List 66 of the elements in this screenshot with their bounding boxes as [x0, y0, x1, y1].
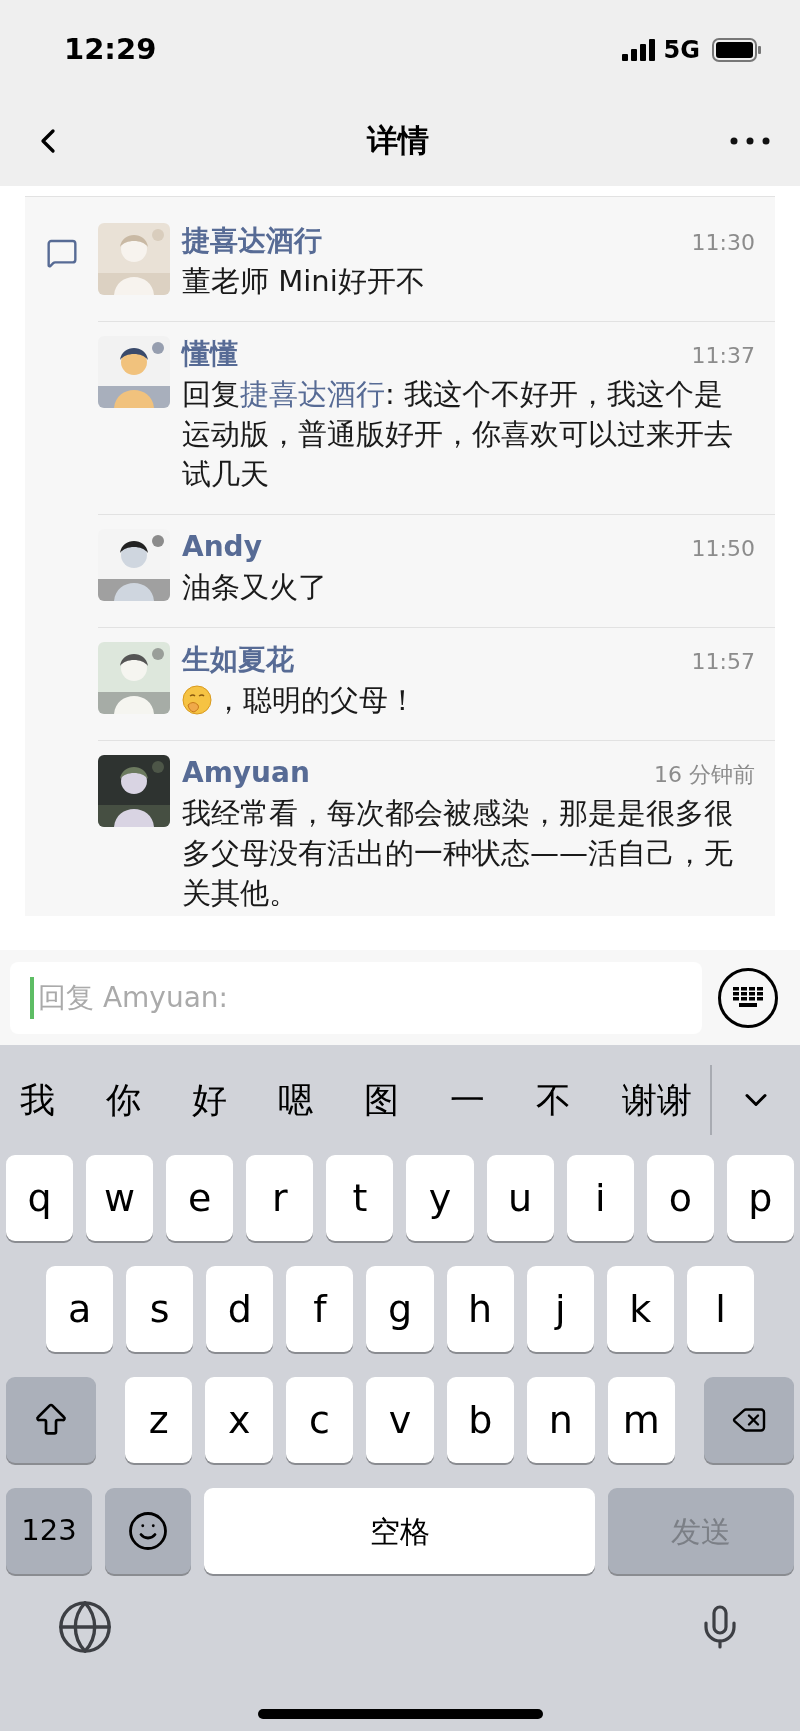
signal-icon [621, 38, 656, 61]
candidate-word[interactable]: 一 [450, 1073, 485, 1127]
comment-text: ，聪明的父母！ [182, 680, 755, 720]
letter-key[interactable]: t [326, 1155, 394, 1241]
delete-key[interactable] [703, 1377, 794, 1463]
letter-key[interactable]: s [126, 1266, 194, 1352]
comment-text: 油条又火了 [182, 569, 328, 606]
candidate-word[interactable]: 图 [364, 1073, 399, 1127]
candidate-word[interactable]: 不 [536, 1073, 571, 1127]
candidate-word[interactable]: 谢谢 [622, 1073, 692, 1127]
shift-key[interactable] [6, 1377, 96, 1463]
candidate-word[interactable]: 好 [192, 1073, 227, 1127]
letter-key[interactable]: l [686, 1266, 754, 1352]
page-title: 详情 [367, 121, 429, 161]
letter-key[interactable]: k [606, 1266, 674, 1352]
letter-key[interactable]: a [46, 1266, 114, 1352]
comment-text: 董老师 Mini好开不 [182, 263, 426, 300]
commenter-name[interactable]: 懂懂 [182, 336, 238, 372]
letter-key[interactable]: f [286, 1266, 354, 1352]
commenter-name[interactable]: Amyuan [182, 755, 310, 791]
reply-field[interactable]: 回复 Amyuan: [10, 961, 702, 1034]
comment-time: 11:50 [691, 535, 755, 563]
letter-key[interactable]: u [486, 1155, 554, 1241]
more-icon [730, 136, 770, 145]
comment-time: 11:57 [691, 648, 755, 676]
letter-key[interactable]: d [206, 1266, 274, 1352]
letter-key[interactable]: b [446, 1377, 515, 1463]
letter-key[interactable]: x [205, 1377, 273, 1463]
commenter-name[interactable]: 捷喜达酒行 [182, 223, 322, 259]
commenter-name[interactable]: 生如夏花 [182, 642, 294, 678]
keyboard-toggle-button[interactable] [718, 967, 778, 1028]
letter-key[interactable]: j [526, 1266, 594, 1352]
letter-key[interactable]: h [446, 1266, 514, 1352]
reply-mention-link[interactable]: 捷喜达酒行 [240, 377, 385, 411]
network-label: 5G [663, 34, 700, 66]
letter-key[interactable]: w [86, 1155, 154, 1241]
space-key[interactable]: 空格 [204, 1488, 595, 1574]
letter-key[interactable]: m [607, 1377, 675, 1463]
battery-icon [712, 37, 762, 62]
letter-key[interactable]: o [646, 1155, 714, 1241]
numbers-key[interactable]: 123 [6, 1488, 92, 1574]
status-time: 12:29 [64, 30, 157, 68]
letter-key[interactable]: n [527, 1377, 595, 1463]
letter-key[interactable]: y [406, 1155, 474, 1241]
candidate-word[interactable]: 你 [106, 1073, 141, 1127]
keyboard-icon [733, 986, 763, 1009]
candidate-word[interactable]: 我 [20, 1073, 55, 1127]
letter-key[interactable]: i [566, 1155, 634, 1241]
letter-key[interactable]: e [166, 1155, 234, 1241]
letter-key[interactable]: p [726, 1155, 794, 1241]
commenter-name[interactable]: Andy [182, 529, 262, 565]
letter-key[interactable]: c [285, 1377, 354, 1463]
emoji-key[interactable] [105, 1488, 191, 1574]
letter-key[interactable]: g [366, 1266, 434, 1352]
comment-time: 11:30 [691, 229, 755, 257]
comment-text: 我经常看，每次都会被感染，那是是很多很多父母没有活出的一种状态——活自己，无关其他。 [182, 795, 734, 912]
smiley-icon [127, 1510, 169, 1552]
comment-time: 16 分钟前 [654, 761, 755, 789]
comment-text: 回复捷喜达酒行: 我这个不好开，我这个是运动版，普通版好开，你喜欢可以过来开去试几天 [182, 376, 734, 493]
letter-key[interactable]: q [6, 1155, 74, 1241]
letter-key[interactable]: z [125, 1377, 193, 1463]
letter-key[interactable]: r [246, 1155, 314, 1241]
letter-key[interactable]: v [366, 1377, 434, 1463]
comment-time: 11:37 [691, 342, 755, 370]
candidate-word[interactable]: 嗯 [278, 1073, 313, 1127]
emoji-icon [182, 685, 212, 715]
